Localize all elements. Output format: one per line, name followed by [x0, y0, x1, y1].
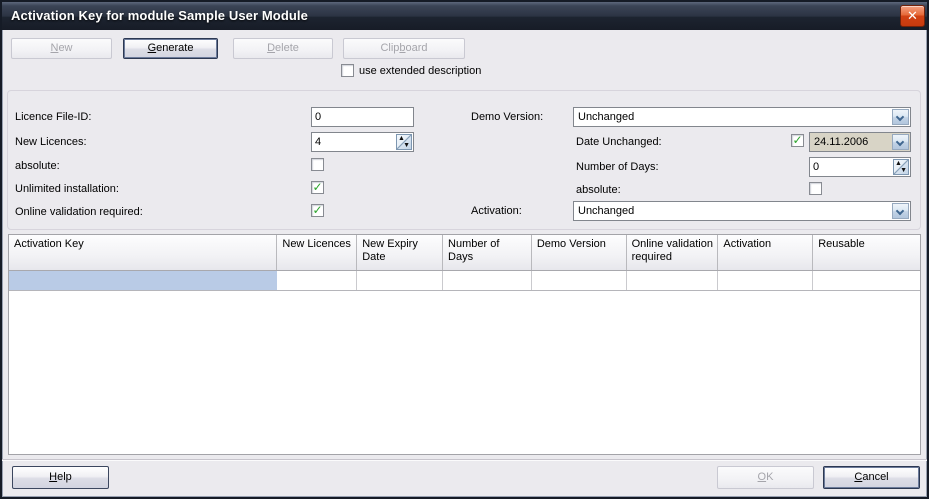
table-cell[interactable] [813, 271, 920, 290]
online-validation-checkbox[interactable]: ✓ [311, 204, 324, 217]
column-header[interactable]: Online validation required [627, 235, 719, 270]
date-unchanged-checkbox[interactable]: ✓ [791, 134, 804, 147]
licence-file-id-input[interactable] [311, 107, 414, 127]
absolute-right-label: absolute: [576, 183, 621, 197]
cancel-button[interactable]: Cancel [823, 466, 920, 489]
activation-label: Activation: [471, 204, 522, 218]
column-header[interactable]: New Licences [277, 235, 357, 270]
column-header[interactable]: Activation Key [9, 235, 277, 270]
table-header-row: Activation Key New Licences New Expiry D… [9, 235, 920, 271]
demo-version-label: Demo Version: [471, 110, 543, 124]
ok-button[interactable]: OK [717, 466, 814, 489]
column-header[interactable]: Reusable [813, 235, 920, 270]
dropdown-button[interactable] [892, 134, 909, 150]
date-combo[interactable]: 24.11.2006 [809, 132, 911, 152]
spinner-icon[interactable]: ▲▼ [396, 134, 412, 150]
column-header[interactable]: Activation [718, 235, 813, 270]
dropdown-button[interactable] [892, 109, 909, 125]
footer-separator [2, 459, 927, 461]
activation-key-dialog: Activation Key for module Sample User Mo… [0, 0, 929, 499]
chevron-down-icon [896, 138, 904, 146]
demo-version-combo[interactable]: Unchanged [573, 107, 911, 127]
table-cell[interactable] [718, 271, 813, 290]
number-of-days-field: ▲▼ [809, 157, 911, 177]
activation-combo[interactable]: Unchanged [573, 201, 911, 221]
number-of-days-label: Number of Days: [576, 160, 659, 174]
use-extended-description-checkbox[interactable] [341, 64, 354, 77]
use-extended-description-label: use extended description [359, 64, 481, 78]
new-button[interactable]: New [11, 38, 112, 59]
activation-key-table: Activation Key New Licences New Expiry D… [8, 234, 921, 455]
new-licences-label: New Licences: [15, 135, 87, 149]
absolute-right-checkbox[interactable] [809, 182, 822, 195]
chevron-down-icon [896, 207, 904, 215]
table-cell[interactable] [532, 271, 627, 290]
absolute-left-label: absolute: [15, 159, 60, 173]
delete-button[interactable]: Delete [233, 38, 333, 59]
licence-file-id-label: Licence File-ID: [15, 110, 91, 124]
unlimited-installation-checkbox[interactable]: ✓ [311, 181, 324, 194]
dropdown-button[interactable] [892, 203, 909, 219]
spinner-icon[interactable]: ▲▼ [893, 159, 909, 175]
column-header[interactable]: New Expiry Date [357, 235, 443, 270]
date-unchanged-label: Date Unchanged: [576, 135, 662, 149]
chevron-down-icon [896, 113, 904, 121]
unlimited-installation-label: Unlimited installation: [15, 182, 119, 196]
table-cell[interactable] [357, 271, 443, 290]
column-header[interactable]: Demo Version [532, 235, 627, 270]
title-bar[interactable]: Activation Key for module Sample User Mo… [2, 2, 927, 30]
column-header[interactable]: Number of Days [443, 235, 532, 270]
table-cell[interactable] [627, 271, 719, 290]
close-button[interactable]: ✕ [900, 5, 925, 27]
close-icon: ✕ [901, 6, 924, 26]
form-groupbox: Licence File-ID: New Licences: ▲▼ absolu… [7, 90, 921, 230]
help-button[interactable]: Help [12, 466, 109, 489]
generate-button[interactable]: Generate [123, 38, 218, 59]
clipboard-button[interactable]: Clipboard [343, 38, 465, 59]
table-cell[interactable] [277, 271, 357, 290]
table-cell[interactable] [443, 271, 532, 290]
table-row[interactable] [9, 271, 920, 291]
new-licences-field: ▲▼ [311, 132, 414, 152]
online-validation-label: Online validation required: [15, 205, 143, 219]
absolute-left-checkbox[interactable] [311, 158, 324, 171]
table-cell-selected[interactable] [9, 271, 277, 290]
window-title: Activation Key for module Sample User Mo… [11, 2, 308, 30]
